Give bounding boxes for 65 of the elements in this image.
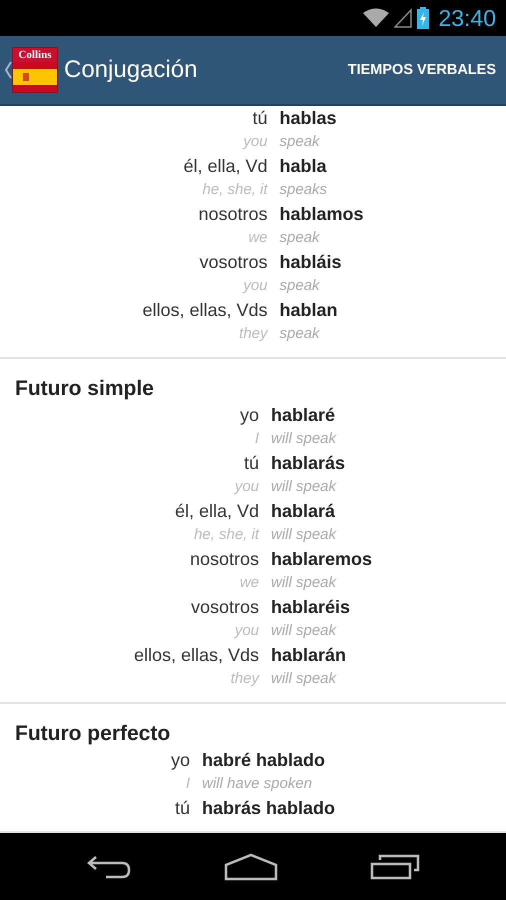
pronoun-translation: you	[242, 132, 268, 152]
verb-form: hablas	[280, 107, 338, 130]
clock-time: 23:40	[438, 4, 496, 32]
tense-heading: Futuro simple	[14, 376, 155, 402]
pronoun-translation: you	[233, 621, 259, 641]
pronoun: él, ella, Vd	[182, 155, 268, 178]
pronoun: tú	[242, 452, 259, 475]
verb-form: hablará	[271, 500, 336, 523]
home-icon[interactable]	[224, 852, 278, 880]
verb-form: hablaréis	[271, 596, 352, 619]
pronoun: yo	[238, 404, 259, 427]
verb-translation: will speak	[271, 621, 338, 641]
verb-translation: speak	[280, 132, 321, 152]
back-chevron-icon[interactable]	[4, 61, 12, 79]
pronoun-translation: you	[233, 477, 259, 497]
verb-translation: will speak	[271, 477, 338, 497]
battery-icon	[417, 7, 430, 29]
app-logo[interactable]: Collins	[12, 47, 58, 93]
recent-apps-icon[interactable]	[370, 854, 420, 880]
pronoun: ellos, ellas, Vds	[134, 644, 259, 667]
signal-icon	[394, 8, 412, 28]
pronoun-translation: we	[238, 573, 259, 593]
wifi-icon	[363, 8, 390, 28]
verb-translation: will speak	[271, 525, 338, 545]
verb-form: habrás hablado	[202, 797, 336, 820]
pronoun-translation: they	[238, 324, 268, 344]
pronoun: nosotros	[188, 548, 259, 571]
verb-translation: speaks	[280, 180, 328, 200]
verb-translation: speak	[280, 276, 321, 296]
logo-text: Collins	[17, 48, 52, 62]
pronoun-translation: they	[230, 669, 259, 689]
verb-translation: will have spoken	[202, 774, 314, 794]
verb-form: hablaré	[271, 404, 336, 427]
verb-form: hablamos	[280, 203, 364, 226]
tenses-button[interactable]: TIEMPOS VERBALES	[348, 62, 496, 78]
pronoun: ellos, ellas, Vds	[142, 299, 268, 322]
verb-form: hablarás	[271, 452, 346, 475]
tense-heading: Futuro perfecto	[14, 721, 172, 747]
pronoun: él, ella, Vd	[174, 500, 259, 523]
pronoun-translation: you	[242, 276, 268, 296]
verb-translation: will speak	[271, 573, 338, 593]
pronoun: vosotros	[198, 251, 268, 274]
pronoun-translation: I	[184, 774, 190, 794]
screen-title: Conjugación	[64, 56, 198, 84]
pronoun: tú	[174, 797, 190, 820]
verb-translation: will speak	[271, 669, 338, 689]
pronoun-translation: he, she, it	[192, 525, 259, 545]
verb-translation: speak	[280, 228, 321, 248]
pronoun-translation: he, she, it	[201, 180, 268, 200]
verb-form: hablan	[280, 299, 339, 322]
verb-form: habláis	[280, 251, 343, 274]
back-icon[interactable]	[86, 854, 132, 880]
pronoun: yo	[170, 749, 190, 772]
pronoun: tú	[252, 107, 268, 130]
verb-translation: speak	[280, 324, 321, 344]
pronoun-translation: we	[247, 228, 268, 248]
verb-form: hablarán	[271, 644, 348, 667]
verb-form: habla	[280, 155, 328, 178]
flag-icon	[13, 62, 57, 92]
pronoun-translation: I	[254, 429, 259, 449]
pronoun: nosotros	[197, 203, 268, 226]
verb-translation: will speak	[271, 429, 338, 449]
pronoun: vosotros	[190, 596, 259, 619]
verb-form: hablaremos	[271, 548, 372, 571]
verb-form: habré hablado	[202, 749, 326, 772]
